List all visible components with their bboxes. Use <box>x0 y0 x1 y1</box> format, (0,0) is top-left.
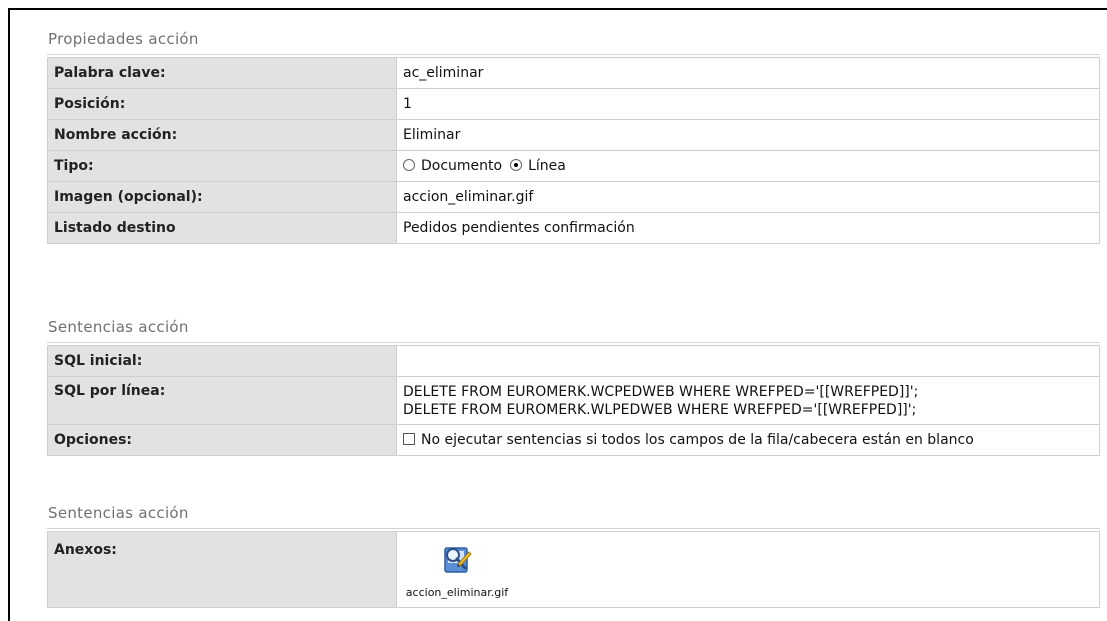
position-label: Posición: <box>47 88 397 120</box>
image-value: accion_eliminar.gif <box>396 181 1100 213</box>
table-row: Listado destino Pedidos pendientes confi… <box>47 212 1100 244</box>
position-value: 1 <box>396 88 1100 120</box>
properties-table: Palabra clave: ac_eliminar Posición: 1 N… <box>47 57 1100 244</box>
type-label: Tipo: <box>47 150 397 182</box>
sql-per-line-statement-2: DELETE FROM EUROMERK.WLPEDWEB WHERE WREF… <box>403 401 917 418</box>
attachments-table: Anexos: accion_eliminar.gif <box>47 531 1100 608</box>
sql-per-line-statement-1: DELETE FROM EUROMERK.WCPEDWEB WHERE WREF… <box>403 383 919 400</box>
attachments-value: accion_eliminar.gif <box>396 531 1100 608</box>
options-value: No ejecutar sentencias si todos los camp… <box>396 424 1100 456</box>
sentences-table: SQL inicial: SQL por línea: DELETE FROM … <box>47 345 1100 456</box>
type-radio-group: Documento Línea <box>396 150 1100 182</box>
sql-initial-label: SQL inicial: <box>47 345 397 377</box>
table-row: Tipo: Documento Línea <box>47 150 1100 182</box>
table-row: Nombre acción: Eliminar <box>47 119 1100 151</box>
type-document-radio[interactable] <box>403 159 415 171</box>
attachments-label: Anexos: <box>47 531 397 608</box>
section-title-attachments: Sentencias acción <box>48 504 189 522</box>
section-divider <box>47 342 1100 343</box>
name-label: Nombre acción: <box>47 119 397 151</box>
table-row: Palabra clave: ac_eliminar <box>47 57 1100 89</box>
keyword-label: Palabra clave: <box>47 57 397 89</box>
type-line-radio[interactable] <box>510 159 523 171</box>
sql-initial-value <box>396 345 1100 377</box>
section-divider <box>47 528 1100 529</box>
section-title-properties: Propiedades acción <box>48 30 199 48</box>
image-label: Imagen (opcional): <box>47 181 397 213</box>
table-row: Posición: 1 <box>47 88 1100 120</box>
name-value: Eliminar <box>396 119 1100 151</box>
table-row: Anexos: accion_eliminar.gif <box>47 531 1100 608</box>
type-document-label: Documento <box>421 158 503 174</box>
image-file-icon[interactable] <box>440 542 474 576</box>
options-label: Opciones: <box>47 424 397 456</box>
sql-per-line-value: DELETE FROM EUROMERK.WCPEDWEB WHERE WREF… <box>396 376 1100 425</box>
table-row: SQL por línea: DELETE FROM EUROMERK.WCPE… <box>47 376 1100 425</box>
target-value: Pedidos pendientes confirmación <box>396 212 1100 244</box>
table-row: SQL inicial: <box>47 345 1100 377</box>
skip-blank-checkbox[interactable] <box>403 433 415 445</box>
attachment-file-name[interactable]: accion_eliminar.gif <box>398 586 518 599</box>
section-divider <box>47 54 1100 55</box>
table-row: Opciones: No ejecutar sentencias si todo… <box>47 424 1100 456</box>
sql-per-line-label: SQL por línea: <box>47 376 397 425</box>
attachment-item[interactable]: accion_eliminar.gif <box>398 533 518 599</box>
section-title-sentences: Sentencias acción <box>48 318 189 336</box>
target-label: Listado destino <box>47 212 397 244</box>
keyword-value: ac_eliminar <box>396 57 1100 89</box>
skip-blank-checkbox-label: No ejecutar sentencias si todos los camp… <box>421 432 974 448</box>
table-row: Imagen (opcional): accion_eliminar.gif <box>47 181 1100 213</box>
type-line-label: Línea <box>528 158 566 174</box>
